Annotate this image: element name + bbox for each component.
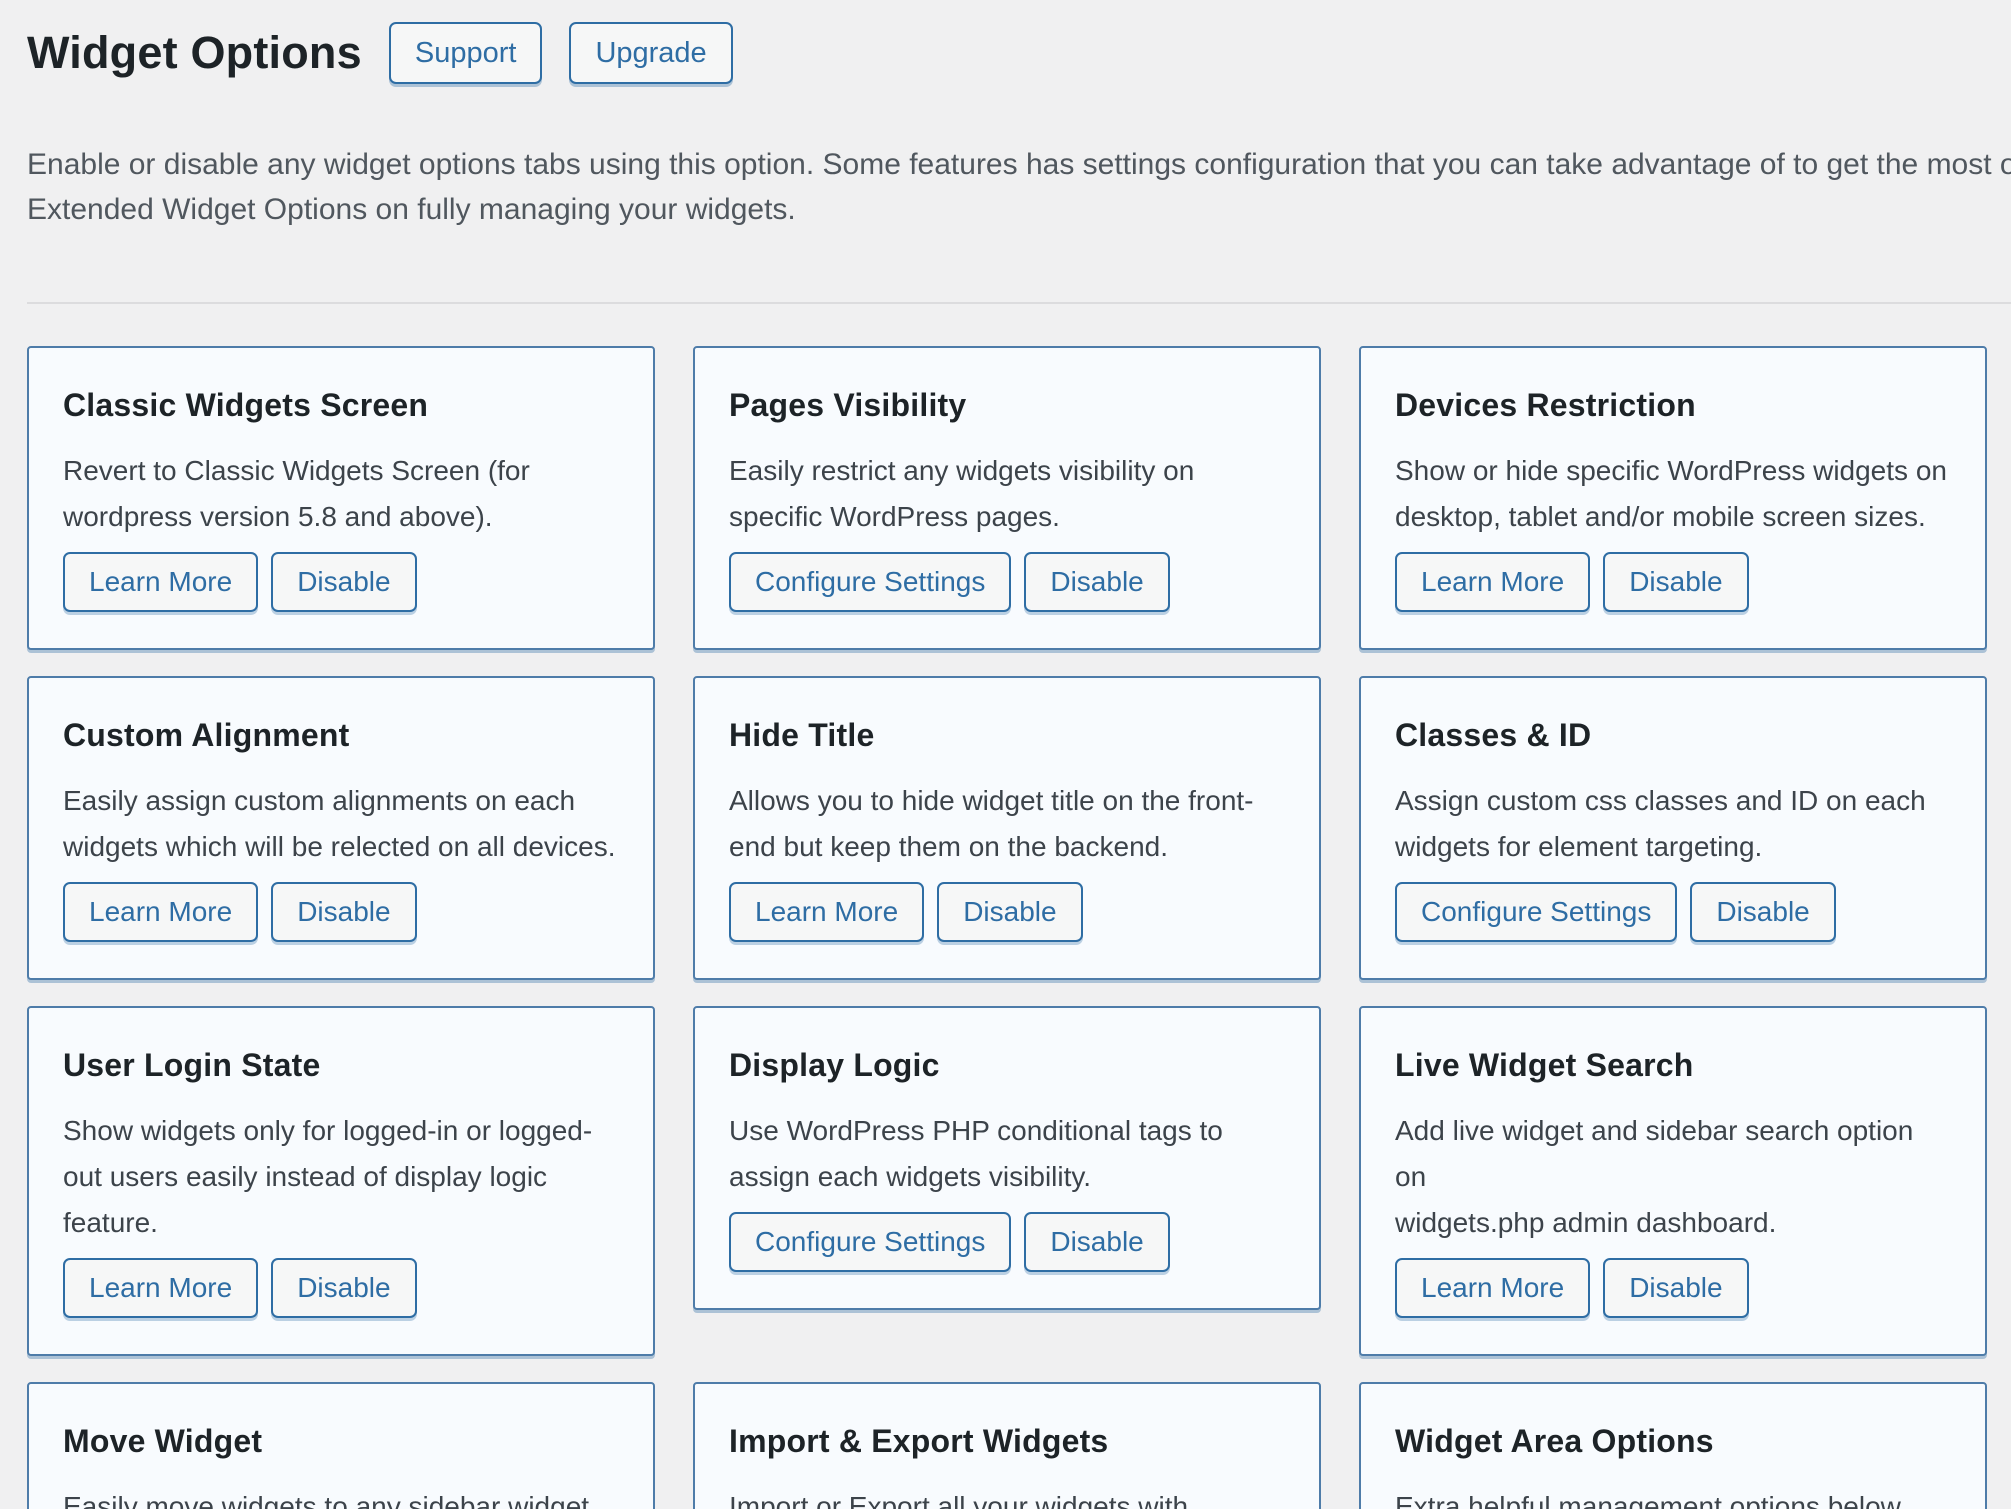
disable-button[interactable]: Disable [1024,1212,1169,1272]
card-import-export-widgets: Import & Export Widgets Import or Export… [693,1382,1321,1509]
card-title: Live Widget Search [1395,1046,1951,1084]
card-description: Use WordPress PHP conditional tags to as… [729,1108,1285,1200]
card-description: Add live widget and sidebar search optio… [1395,1108,1951,1246]
card-display-logic: Display Logic Use WordPress PHP conditio… [693,1006,1321,1310]
card-description: Extra helpful management options below [1395,1484,1951,1509]
page-title: Widget Options [27,24,362,82]
card-actions: Configure Settings Disable [729,552,1285,612]
card-description: Import or Export all your widgets with [729,1484,1285,1509]
card-description: Show or hide specific WordPress widgets … [1395,448,1951,540]
card-title: User Login State [63,1046,619,1084]
card-title: Widget Area Options [1395,1422,1951,1460]
disable-button[interactable]: Disable [937,882,1082,942]
configure-settings-button[interactable]: Configure Settings [1395,882,1677,942]
card-title: Classic Widgets Screen [63,386,619,424]
support-button[interactable]: Support [389,22,543,84]
page-description: Enable or disable any widget options tab… [27,142,2011,232]
card-classes-and-id: Classes & ID Assign custom css classes a… [1359,676,1987,980]
card-user-login-state: User Login State Show widgets only for l… [27,1006,655,1356]
upgrade-button[interactable]: Upgrade [569,22,732,84]
disable-button[interactable]: Disable [1024,552,1169,612]
section-divider [27,302,2011,304]
card-hide-title: Hide Title Allows you to hide widget tit… [693,676,1321,980]
widget-options-page: Widget Options Support Upgrade Enable or… [0,0,2011,1509]
learn-more-button[interactable]: Learn More [63,1258,258,1318]
learn-more-button[interactable]: Learn More [63,552,258,612]
card-description: Easily assign custom alignments on each … [63,778,619,870]
card-description: Easily restrict any widgets visibility o… [729,448,1285,540]
disable-button[interactable]: Disable [271,1258,416,1318]
disable-button[interactable]: Disable [271,882,416,942]
card-devices-restriction: Devices Restriction Show or hide specifi… [1359,346,1987,650]
learn-more-button[interactable]: Learn More [63,882,258,942]
card-title: Move Widget [63,1422,619,1460]
card-actions: Learn More Disable [1395,552,1951,612]
card-actions: Learn More Disable [729,882,1285,942]
card-custom-alignment: Custom Alignment Easily assign custom al… [27,676,655,980]
learn-more-button[interactable]: Learn More [729,882,924,942]
card-description: Allows you to hide widget title on the f… [729,778,1285,870]
card-actions: Configure Settings Disable [729,1212,1285,1272]
card-title: Pages Visibility [729,386,1285,424]
card-actions: Configure Settings Disable [1395,882,1951,942]
card-widget-area-options: Widget Area Options Extra helpful manage… [1359,1382,1987,1509]
disable-button[interactable]: Disable [1603,1258,1748,1318]
card-description: Assign custom css classes and ID on each… [1395,778,1951,870]
card-title: Custom Alignment [63,716,619,754]
card-title: Import & Export Widgets [729,1422,1285,1460]
card-pages-visibility: Pages Visibility Easily restrict any wid… [693,346,1321,650]
card-title: Display Logic [729,1046,1285,1084]
configure-settings-button[interactable]: Configure Settings [729,1212,1011,1272]
card-classic-widgets-screen: Classic Widgets Screen Revert to Classic… [27,346,655,650]
card-title: Devices Restriction [1395,386,1951,424]
learn-more-button[interactable]: Learn More [1395,1258,1590,1318]
card-description: Show widgets only for logged-in or logge… [63,1108,619,1246]
card-move-widget: Move Widget Easily move widgets to any s… [27,1382,655,1509]
feature-card-grid: Classic Widgets Screen Revert to Classic… [27,346,1987,1509]
learn-more-button[interactable]: Learn More [1395,552,1590,612]
card-actions: Learn More Disable [1395,1258,1951,1318]
card-actions: Learn More Disable [63,1258,619,1318]
card-actions: Learn More Disable [63,882,619,942]
card-description: Easily move widgets to any sidebar widge… [63,1484,619,1509]
page-header: Widget Options Support Upgrade [0,0,2011,84]
card-title: Hide Title [729,716,1285,754]
disable-button[interactable]: Disable [271,552,416,612]
card-live-widget-search: Live Widget Search Add live widget and s… [1359,1006,1987,1356]
disable-button[interactable]: Disable [1603,552,1748,612]
card-actions: Learn More Disable [63,552,619,612]
card-title: Classes & ID [1395,716,1951,754]
configure-settings-button[interactable]: Configure Settings [729,552,1011,612]
disable-button[interactable]: Disable [1690,882,1835,942]
card-description: Revert to Classic Widgets Screen (for wo… [63,448,619,540]
